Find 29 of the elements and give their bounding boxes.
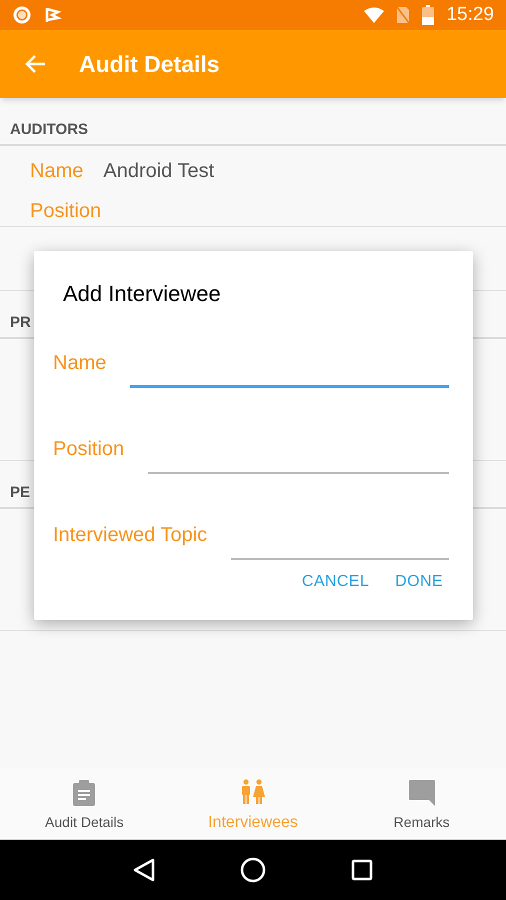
field-label: Position xyxy=(30,199,102,224)
field-label: Position xyxy=(53,437,124,462)
clipboard-icon xyxy=(73,780,96,806)
status-time: 15:29 xyxy=(446,2,494,27)
wifi-icon xyxy=(364,7,384,23)
chat-icon xyxy=(408,780,435,806)
screen-title: Audit Details xyxy=(79,50,220,79)
people-icon xyxy=(241,778,265,804)
circle-icon xyxy=(12,5,32,25)
nav-tab[interactable]: Remarks xyxy=(337,768,506,839)
section-header: PR xyxy=(10,314,31,331)
dialog-title: Add Interviewee xyxy=(63,280,221,308)
field-label: Name xyxy=(53,351,106,376)
nav-tab[interactable]: Interviewees xyxy=(168,768,338,839)
flag-icon xyxy=(44,6,62,24)
dialog-button[interactable]: DONE xyxy=(387,564,451,600)
recents-icon[interactable] xyxy=(351,859,374,881)
back-arrow-icon[interactable] xyxy=(24,54,46,74)
section-header: PE xyxy=(10,484,30,501)
field-label: Interviewed Topic xyxy=(53,523,208,548)
battery-icon xyxy=(422,5,434,25)
no-sim-icon xyxy=(396,6,410,24)
nav-tab[interactable]: Audit Details xyxy=(0,768,169,839)
dialog-button[interactable]: CANCEL xyxy=(294,564,378,600)
home-icon[interactable] xyxy=(240,857,266,883)
field-label: Name xyxy=(30,159,84,184)
back-icon[interactable] xyxy=(132,858,155,882)
section-header: AUDITORS xyxy=(10,121,88,138)
field-value: Android Test xyxy=(103,159,214,184)
